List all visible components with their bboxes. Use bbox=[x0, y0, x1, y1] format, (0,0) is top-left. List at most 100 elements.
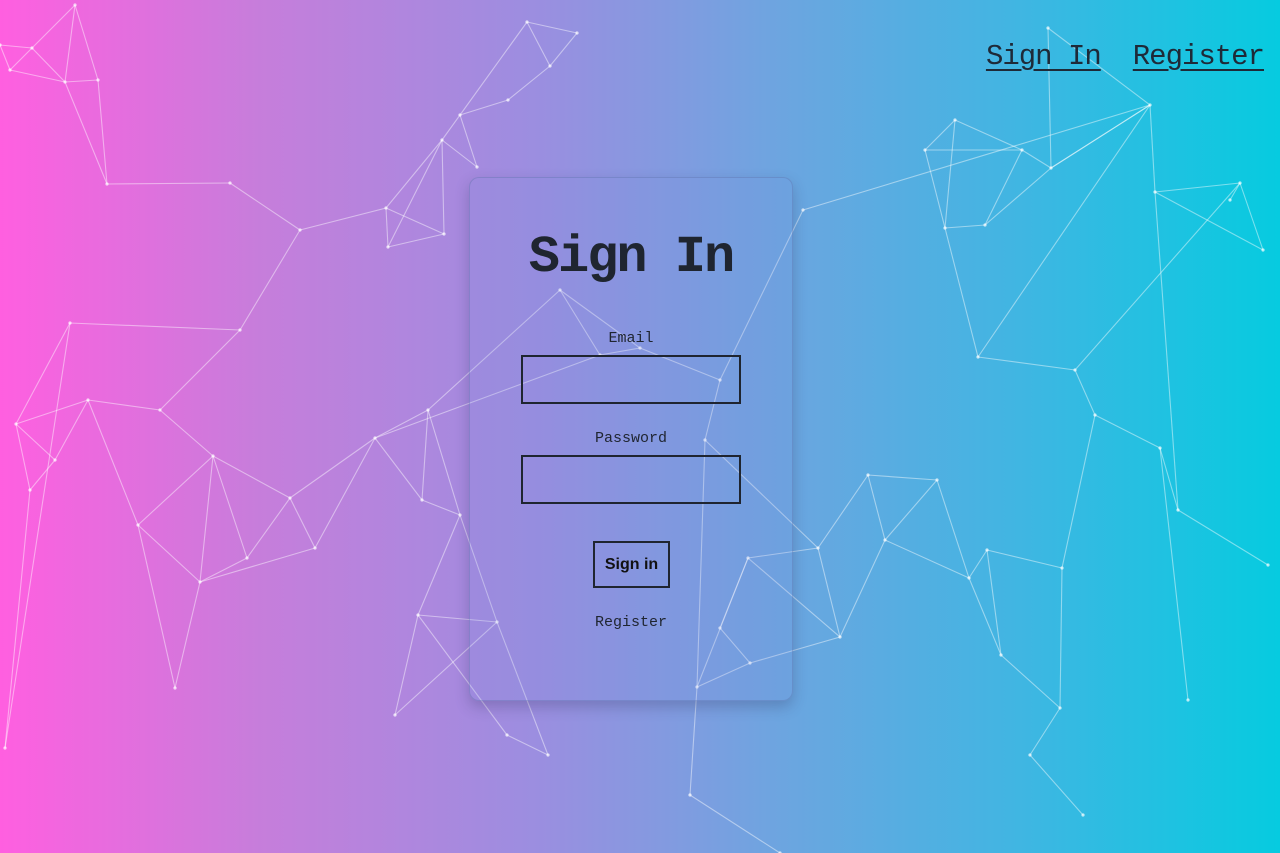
network-node bbox=[801, 208, 805, 212]
network-line bbox=[9, 69, 66, 83]
network-line bbox=[385, 139, 443, 209]
network-node bbox=[28, 488, 32, 492]
network-line bbox=[394, 614, 419, 716]
email-field[interactable] bbox=[521, 355, 741, 404]
network-node bbox=[976, 355, 980, 359]
network-line bbox=[1229, 182, 1241, 201]
network-node bbox=[288, 496, 292, 500]
network-node bbox=[53, 458, 57, 462]
network-line bbox=[0, 44, 33, 49]
password-label: Password bbox=[594, 430, 667, 447]
network-line bbox=[977, 104, 1151, 358]
network-node bbox=[548, 64, 552, 68]
nav-sign-in-link[interactable]: Sign In bbox=[986, 40, 1102, 73]
network-line bbox=[137, 455, 214, 526]
network-node bbox=[198, 580, 202, 584]
register-link[interactable]: Register bbox=[470, 614, 792, 631]
network-line bbox=[441, 114, 461, 141]
network-line bbox=[15, 423, 56, 461]
network-node bbox=[1228, 198, 1232, 202]
network-node bbox=[86, 398, 90, 402]
network-node bbox=[1153, 190, 1157, 194]
network-line bbox=[31, 47, 66, 83]
network-line bbox=[385, 207, 389, 248]
nav-register-link[interactable]: Register bbox=[1133, 40, 1265, 73]
network-line bbox=[459, 114, 478, 168]
network-node bbox=[816, 546, 820, 550]
network-node bbox=[298, 228, 302, 232]
network-line bbox=[459, 21, 528, 116]
network-node bbox=[1176, 508, 1180, 512]
network-line bbox=[1021, 149, 1052, 169]
network-line bbox=[137, 524, 176, 689]
network-node bbox=[1046, 26, 1050, 30]
network-node bbox=[838, 635, 842, 639]
network-line bbox=[924, 119, 956, 151]
network-node bbox=[420, 498, 424, 502]
network-node bbox=[475, 165, 479, 169]
network-node bbox=[883, 538, 887, 542]
network-line bbox=[817, 474, 869, 549]
network-line bbox=[87, 399, 139, 526]
network-node bbox=[1266, 563, 1270, 567]
network-line bbox=[944, 224, 986, 229]
sign-in-button[interactable]: Sign in bbox=[593, 541, 670, 588]
network-line bbox=[1149, 104, 1156, 193]
network-node bbox=[313, 546, 317, 550]
network-node bbox=[1058, 706, 1062, 710]
network-line bbox=[374, 409, 429, 439]
network-line bbox=[137, 524, 201, 583]
network-line bbox=[421, 409, 429, 501]
network-line bbox=[314, 437, 376, 549]
network-line bbox=[9, 47, 33, 71]
network-node bbox=[999, 653, 1003, 657]
network-node bbox=[30, 46, 34, 50]
network-node bbox=[442, 232, 446, 236]
network-line bbox=[199, 547, 316, 583]
sign-in-title: Sign In bbox=[528, 228, 735, 287]
network-line bbox=[924, 149, 946, 229]
network-node bbox=[985, 548, 989, 552]
network-line bbox=[97, 79, 108, 185]
network-line bbox=[884, 539, 970, 579]
network-line bbox=[174, 581, 201, 689]
network-node bbox=[8, 68, 12, 72]
network-node bbox=[1093, 413, 1097, 417]
network-line bbox=[1074, 182, 1241, 371]
network-node bbox=[967, 576, 971, 580]
network-line bbox=[936, 479, 970, 579]
network-node bbox=[384, 206, 388, 210]
network-line bbox=[802, 104, 1151, 211]
network-line bbox=[385, 207, 445, 235]
network-node bbox=[1238, 181, 1242, 185]
network-node bbox=[416, 613, 420, 617]
network-line bbox=[1059, 567, 1063, 709]
network-line bbox=[15, 423, 31, 491]
network-line bbox=[299, 207, 387, 231]
network-node bbox=[1186, 698, 1190, 702]
password-field[interactable] bbox=[521, 455, 741, 504]
network-node bbox=[73, 3, 77, 7]
network-line bbox=[417, 514, 461, 616]
network-node bbox=[506, 98, 510, 102]
network-node bbox=[1148, 103, 1152, 107]
network-node bbox=[440, 138, 444, 142]
network-line bbox=[1061, 414, 1096, 569]
network-line bbox=[1159, 447, 1189, 701]
network-node bbox=[14, 422, 18, 426]
network-node bbox=[3, 746, 7, 750]
network-line bbox=[968, 549, 988, 579]
network-node bbox=[173, 686, 177, 690]
network-node bbox=[1158, 446, 1162, 450]
network-node bbox=[1073, 368, 1077, 372]
network-node bbox=[458, 513, 462, 517]
network-line bbox=[199, 455, 214, 583]
network-line bbox=[387, 139, 443, 248]
network-node bbox=[1028, 753, 1032, 757]
network-node bbox=[211, 454, 215, 458]
network-node bbox=[1049, 166, 1053, 170]
network-line bbox=[64, 81, 108, 185]
network-line bbox=[954, 119, 1023, 151]
network-node bbox=[373, 436, 377, 440]
network-node bbox=[688, 793, 692, 797]
